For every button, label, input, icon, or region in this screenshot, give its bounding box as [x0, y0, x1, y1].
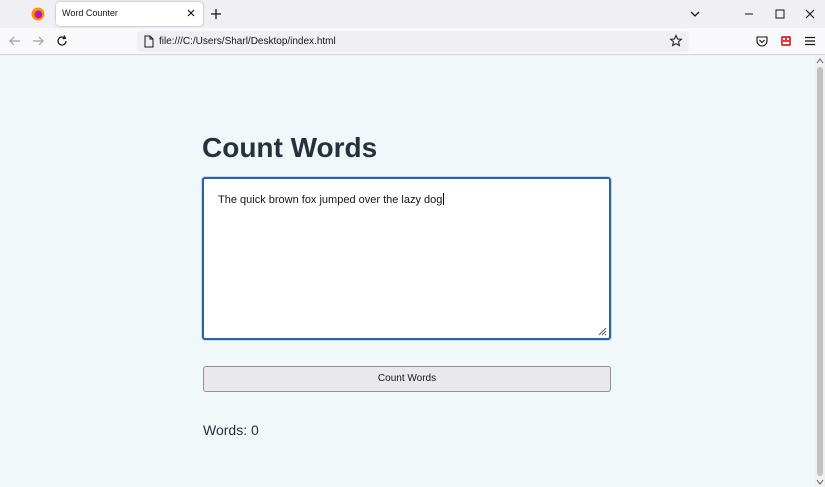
tab-title: Word Counter [62, 8, 118, 18]
url-text: file:///C:/Users/Sharl/Desktop/index.htm… [159, 36, 336, 47]
bookmark-star-icon[interactable] [669, 34, 683, 48]
text-caret [443, 193, 445, 205]
vertical-scrollbar[interactable] [815, 56, 825, 487]
navigation-toolbar: file:///C:/Users/Sharl/Desktop/index.htm… [0, 28, 825, 55]
maximize-icon[interactable] [773, 7, 787, 21]
count-words-button[interactable]: Count Words [203, 366, 611, 392]
page-document-icon [144, 35, 154, 48]
page-content: Count Words The quick brown fox jumped o… [0, 56, 815, 487]
hamburger-menu-icon[interactable] [803, 34, 817, 48]
tab-strip: Word Counter [0, 0, 825, 28]
page-heading: Count Words [202, 132, 378, 163]
text-input-area[interactable]: The quick brown fox jumped over the lazy… [202, 177, 611, 340]
firefox-logo-icon [31, 7, 45, 21]
close-tab-icon[interactable] [185, 7, 197, 19]
extension-icon[interactable] [779, 34, 793, 48]
minimize-icon[interactable] [742, 7, 756, 21]
tab-word-counter[interactable]: Word Counter [56, 2, 203, 26]
resize-grip-icon[interactable] [597, 326, 607, 336]
back-arrow-icon[interactable] [8, 34, 22, 48]
address-bar[interactable]: file:///C:/Users/Sharl/Desktop/index.htm… [137, 31, 689, 52]
pocket-icon[interactable] [755, 34, 769, 48]
reload-icon[interactable] [55, 34, 69, 48]
close-window-icon[interactable] [803, 7, 817, 21]
scroll-up-arrow-icon[interactable] [816, 57, 824, 65]
text-input-value: The quick brown fox jumped over the lazy… [218, 193, 445, 206]
word-count-result: Words: 0 [203, 422, 259, 438]
new-tab-icon[interactable] [209, 7, 223, 21]
scroll-down-arrow-icon[interactable] [816, 478, 824, 486]
forward-arrow-icon[interactable] [31, 34, 45, 48]
chevron-down-icon[interactable] [688, 7, 702, 21]
scrollbar-thumb[interactable] [817, 67, 823, 476]
